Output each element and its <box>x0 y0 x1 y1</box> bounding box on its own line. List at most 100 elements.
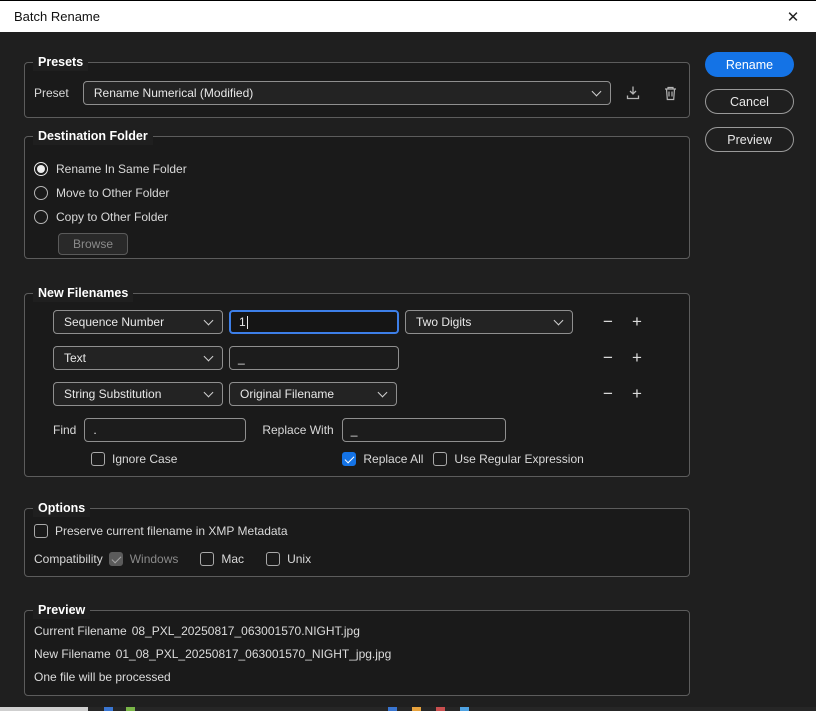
checkbox-label: Windows <box>129 552 179 566</box>
current-filename-value: 08_PXL_20250817_063001570.NIGHT.jpg <box>131 624 360 638</box>
mac-checkbox[interactable]: Mac <box>200 552 244 566</box>
sequence-start-input[interactable]: 1 <box>229 310 399 334</box>
checkbox-box <box>200 552 215 566</box>
text-value-input[interactable]: _ <box>229 346 399 370</box>
preview-button[interactable]: Preview <box>705 127 794 152</box>
chevron-down-icon <box>377 387 388 397</box>
row-buttons: − + <box>597 311 648 333</box>
batch-rename-dialog: Batch Rename ✕ Rename Cancel Preview Pre… <box>0 0 816 711</box>
chevron-down-icon <box>203 315 214 325</box>
filename-component-row-3: String Substitution Original Filename − … <box>53 382 680 406</box>
radio-label: Copy to Other Folder <box>56 210 169 224</box>
unix-checkbox[interactable]: Unix <box>266 552 311 566</box>
destination-radio-group: Rename In Same Folder Move to Other Fold… <box>34 157 680 229</box>
use-regular-expression-checkbox[interactable]: Use Regular Expression <box>433 452 584 466</box>
checkbox-box <box>91 452 105 466</box>
radio-copy-to-other-folder[interactable]: Copy to Other Folder <box>34 205 680 229</box>
checkbox-box <box>433 452 448 466</box>
current-filename-line: Current Filename 08_PXL_20250817_06300157… <box>34 624 680 639</box>
find-replace-row: Find . Replace With _ <box>53 417 680 442</box>
close-button[interactable]: ✕ <box>776 2 810 32</box>
files-processed-summary: One file will be processed <box>34 670 171 684</box>
browse-button[interactable]: Browse <box>58 233 129 255</box>
checkbox-label: Ignore Case <box>112 452 178 466</box>
save-icon <box>626 86 640 100</box>
options-section: Options Preserve current filename in XMP… <box>24 500 690 577</box>
filename-component-row-2: Text _ − + <box>53 346 680 370</box>
new-filenames-section: New Filenames Sequence Number 1 Two Digi… <box>24 285 690 477</box>
row-buttons: − + <box>597 347 648 369</box>
filename-component-row-1: Sequence Number 1 Two Digits − + <box>53 310 680 334</box>
substitution-options-row: Ignore Case Replace All Use Regular Expr… <box>91 451 680 467</box>
checkbox-label: Use Regular Expression <box>454 452 584 466</box>
preset-row: Preset Rename Numerical (Modified) <box>34 81 680 105</box>
radio-move-to-other-folder[interactable]: Move to Other Folder <box>34 181 680 205</box>
compatibility-row: Compatibility Windows Mac Unix <box>34 551 680 567</box>
add-component-button[interactable]: + <box>626 383 648 405</box>
radio-label: Rename In Same Folder <box>56 162 187 176</box>
presets-section: Presets Preset Rename Numerical (Modifie… <box>24 54 690 118</box>
chevron-down-icon <box>203 351 214 361</box>
destination-section-title: Destination Folder <box>33 128 153 145</box>
ignore-case-checkbox[interactable]: Ignore Case <box>91 452 177 466</box>
digits-format-dropdown[interactable]: Two Digits <box>405 310 573 334</box>
replace-all-checkbox[interactable]: Replace All <box>342 452 423 466</box>
trash-icon <box>664 86 676 101</box>
save-preset-button[interactable] <box>623 83 643 103</box>
input-value: _ <box>238 351 245 365</box>
destination-folder-section: Destination Folder Rename In Same Folder… <box>24 128 690 259</box>
component-type-dropdown[interactable]: Sequence Number <box>53 310 223 334</box>
preserve-xmp-checkbox[interactable]: Preserve current filename in XMP Metadat… <box>34 524 288 538</box>
preset-label: Preset <box>34 86 69 100</box>
substitution-source-value: Original Filename <box>240 387 335 401</box>
preview-section: Preview Current Filename 08_PXL_20250817_… <box>24 602 690 696</box>
component-type-dropdown[interactable]: String Substitution <box>53 382 223 406</box>
preset-dropdown-value: Rename Numerical (Modified) <box>93 86 254 100</box>
input-value: . <box>93 422 97 437</box>
rename-button[interactable]: Rename <box>705 52 794 77</box>
new-filename-label: New Filename <box>34 647 111 661</box>
component-type-value: Sequence Number <box>64 315 165 329</box>
input-value: _ <box>350 422 358 437</box>
new-filename-line: New Filename 01_08_PXL_20250817_063001570… <box>34 647 680 662</box>
new-filenames-section-title: New Filenames <box>33 285 134 302</box>
substitution-source-dropdown[interactable]: Original Filename <box>229 382 397 406</box>
component-type-value: String Substitution <box>64 387 162 401</box>
replace-with-label: Replace With <box>262 422 334 437</box>
checkbox-box <box>342 452 357 466</box>
find-input[interactable]: . <box>84 417 247 442</box>
presets-section-title: Presets <box>33 54 89 71</box>
delete-preset-button[interactable] <box>660 83 680 103</box>
options-section-title: Options <box>33 500 91 517</box>
replace-with-input[interactable]: _ <box>341 417 506 442</box>
chevron-down-icon <box>203 387 214 397</box>
add-component-button[interactable]: + <box>626 347 648 369</box>
component-type-dropdown[interactable]: Text <box>53 346 223 370</box>
add-component-button[interactable]: + <box>626 311 648 333</box>
radio-rename-in-same-folder[interactable]: Rename In Same Folder <box>34 157 680 181</box>
cancel-button[interactable]: Cancel <box>705 89 794 114</box>
new-filename-value: 01_08_PXL_20250817_063001570_NIGHT_jpg.j… <box>115 647 392 661</box>
input-value: 1 <box>239 315 246 329</box>
row-buttons: − + <box>597 383 648 405</box>
windows-checkbox[interactable]: Windows <box>108 552 179 566</box>
find-label: Find <box>53 422 77 437</box>
checkbox-label: Replace All <box>363 452 424 466</box>
preserve-xmp-row: Preserve current filename in XMP Metadat… <box>34 523 680 539</box>
radio-label: Move to Other Folder <box>56 186 170 200</box>
checkbox-label: Unix <box>287 552 312 566</box>
radio-icon <box>34 186 48 200</box>
checkbox-box <box>34 524 48 538</box>
remove-component-button[interactable]: − <box>597 347 619 369</box>
checkbox-box <box>108 552 123 566</box>
preset-dropdown[interactable]: Rename Numerical (Modified) <box>82 81 612 105</box>
radio-icon <box>34 210 48 224</box>
checkbox-box <box>266 552 281 566</box>
remove-component-button[interactable]: − <box>597 311 619 333</box>
remove-component-button[interactable]: − <box>597 383 619 405</box>
compatibility-label: Compatibility <box>34 552 103 566</box>
checkbox-label: Mac <box>221 552 245 566</box>
text-cursor <box>246 315 248 329</box>
chevron-down-icon <box>591 86 602 96</box>
window-title: Batch Rename <box>14 9 100 24</box>
